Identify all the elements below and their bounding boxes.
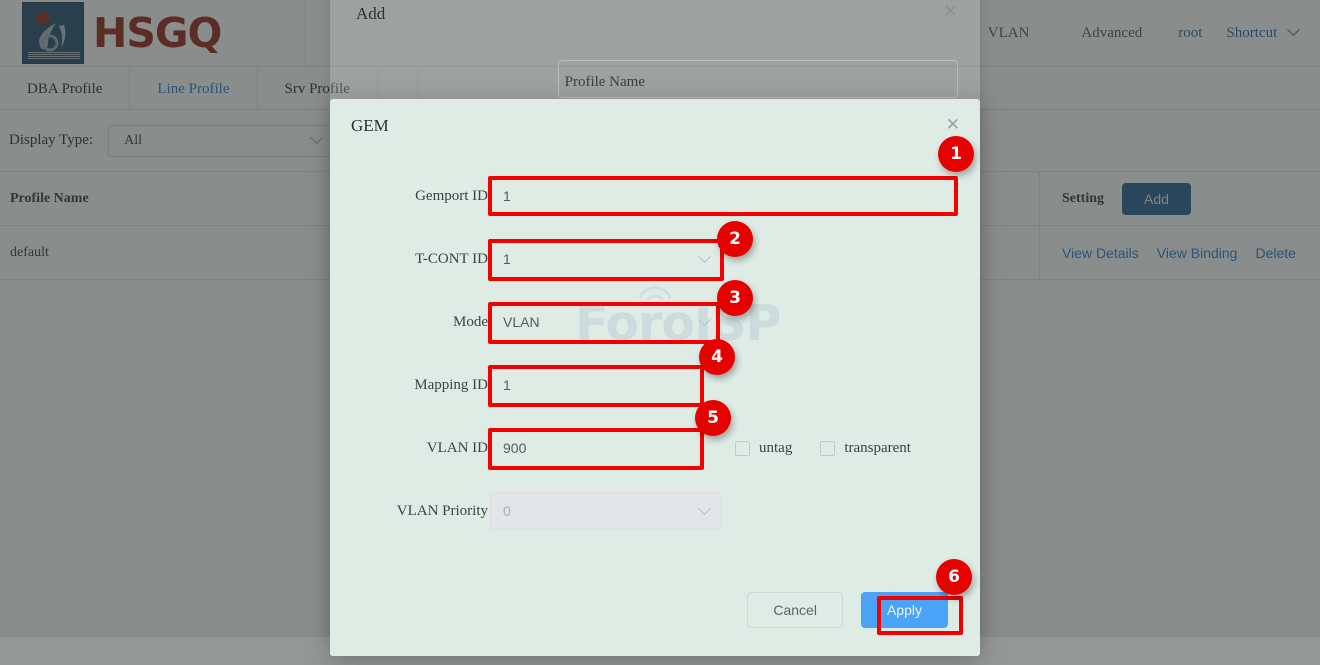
field-row-vlan-id: VLAN ID 900 untag transparent xyxy=(330,425,980,471)
close-icon[interactable]: ✕ xyxy=(943,2,958,20)
add-dialog-title: Add xyxy=(356,4,385,24)
chevron-down-icon xyxy=(698,502,711,515)
vlan-id-value: 900 xyxy=(503,440,526,456)
transparent-label: transparent xyxy=(844,440,911,457)
close-icon[interactable]: ✕ xyxy=(946,116,960,133)
checkbox-box-icon xyxy=(735,441,750,456)
annotation-badge-3: 3 xyxy=(717,280,753,316)
vlan-id-input[interactable]: 900 xyxy=(490,429,702,467)
vlan-id-checkbox-group: untag transparent xyxy=(735,425,911,471)
field-row-vlan-priority: VLAN Priority 0 xyxy=(330,488,980,534)
transparent-checkbox[interactable]: transparent xyxy=(820,440,911,457)
mapping-id-label: Mapping ID xyxy=(268,362,488,408)
mapping-id-input[interactable]: 1 xyxy=(490,366,702,404)
annotation-badge-2: 2 xyxy=(717,221,753,257)
vlan-priority-select: 0 xyxy=(490,492,722,530)
screen-root: HSGQ VLAN Advanced root Shortcut DBA Pro… xyxy=(0,0,1320,665)
vlan-id-label: VLAN ID xyxy=(268,425,488,471)
field-row-mapping-id: Mapping ID 1 xyxy=(330,362,980,408)
annotation-badge-4: 4 xyxy=(699,339,735,375)
apply-button[interactable]: Apply xyxy=(861,592,948,628)
tcont-id-value: 1 xyxy=(503,251,511,267)
vlan-priority-value: 0 xyxy=(503,503,511,519)
checkbox-box-icon xyxy=(820,441,835,456)
gem-dialog-footer: Cancel Apply xyxy=(330,564,980,656)
untag-label: untag xyxy=(759,440,792,457)
mapping-id-value: 1 xyxy=(503,377,511,393)
tcont-id-label: T-CONT ID xyxy=(268,236,488,282)
chevron-down-icon xyxy=(698,313,711,326)
field-row-mode: Mode VLAN xyxy=(330,299,980,345)
mode-select[interactable]: VLAN xyxy=(490,303,722,341)
mode-label: Mode xyxy=(268,299,488,345)
gemport-id-value: 1 xyxy=(503,188,511,204)
chevron-down-icon xyxy=(698,250,711,263)
tcont-id-select[interactable]: 1 xyxy=(490,240,722,278)
vlan-priority-label: VLAN Priority xyxy=(268,488,488,534)
gemport-id-label: Gemport ID xyxy=(268,173,488,219)
gem-dialog: GEM ✕ ForoISP Gemport ID 1 T-CONT ID 1 xyxy=(330,99,980,656)
gem-dialog-title: GEM xyxy=(351,116,389,136)
add-profile-name-input[interactable] xyxy=(558,60,958,98)
mode-value: VLAN xyxy=(503,314,540,330)
annotation-badge-5: 5 xyxy=(695,400,731,436)
field-row-tcont-id: T-CONT ID 1 xyxy=(330,236,980,282)
field-row-gemport-id: Gemport ID 1 xyxy=(330,173,980,219)
untag-checkbox[interactable]: untag xyxy=(735,440,792,457)
annotation-badge-1: 1 xyxy=(938,136,974,172)
cancel-button[interactable]: Cancel xyxy=(747,592,843,628)
annotation-badge-6: 6 xyxy=(936,559,972,595)
gemport-id-input[interactable]: 1 xyxy=(490,177,958,215)
